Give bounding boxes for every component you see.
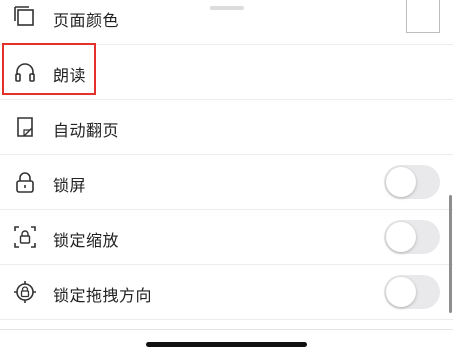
menu-item-page-color[interactable]: 页面颜色 bbox=[0, 0, 453, 45]
highlight-box bbox=[2, 43, 96, 95]
menu-item-auto-page-turn[interactable]: 自动翻页 bbox=[0, 100, 453, 155]
menu-item-lock-drag-direction[interactable]: 锁定拖拽方向 bbox=[0, 265, 453, 320]
menu-item-label: 锁定缩放 bbox=[53, 231, 120, 250]
lock-screen-toggle[interactable] bbox=[384, 165, 440, 199]
page-color-icon bbox=[13, 5, 37, 29]
auto-page-turn-icon bbox=[13, 115, 37, 139]
toggle-knob bbox=[386, 222, 416, 252]
menu-item-lock-zoom[interactable]: 锁定缩放 bbox=[0, 210, 453, 265]
lock-drag-direction-toggle[interactable] bbox=[384, 275, 440, 309]
settings-sheet: 页面颜色 朗读 自动翻页 锁屏 锁定缩放 锁定拖拽方向 bbox=[0, 0, 453, 359]
lock-drag-direction-icon bbox=[13, 280, 37, 304]
menu-item-label: 自动翻页 bbox=[53, 121, 120, 140]
page-color-swatch[interactable] bbox=[406, 0, 440, 33]
menu-item-lock-screen[interactable]: 锁屏 bbox=[0, 155, 453, 210]
toggle-knob bbox=[386, 167, 416, 197]
toggle-knob bbox=[386, 277, 416, 307]
bottom-divider bbox=[0, 329, 453, 330]
lock-zoom-icon bbox=[13, 225, 37, 249]
menu-item-label: 锁定拖拽方向 bbox=[53, 286, 153, 305]
scrollbar[interactable] bbox=[449, 195, 452, 313]
lock-zoom-toggle[interactable] bbox=[384, 220, 440, 254]
home-indicator[interactable] bbox=[146, 342, 307, 347]
menu-item-label: 锁屏 bbox=[53, 176, 87, 195]
lock-icon bbox=[13, 170, 37, 194]
menu-item-label: 页面颜色 bbox=[53, 11, 120, 30]
